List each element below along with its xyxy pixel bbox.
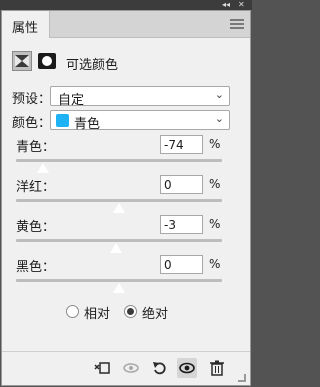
- slider-track[interactable]: [16, 159, 222, 162]
- slider-label: 黄色：: [16, 220, 56, 235]
- slider-label: 黑色：: [16, 260, 56, 275]
- percent-unit: %: [209, 257, 221, 271]
- radio-relative-label: 相对: [84, 307, 111, 322]
- clip-to-layer-icon[interactable]: [92, 358, 112, 378]
- slider-thumb[interactable]: [112, 282, 126, 294]
- slider-value-input[interactable]: 0: [160, 255, 203, 274]
- slider-value-input[interactable]: -3: [160, 215, 203, 234]
- collapse-icon[interactable]: ◂◂: [222, 0, 230, 9]
- slider-thumb[interactable]: [35, 162, 50, 174]
- colors-value: 青色: [74, 117, 101, 132]
- resize-grip-icon[interactable]: [238, 374, 246, 382]
- adjustment-icon[interactable]: [12, 51, 32, 71]
- tab-properties[interactable]: 属性: [2, 11, 50, 38]
- slider-thumb[interactable]: [112, 202, 126, 214]
- footer-toolbar: [2, 351, 250, 385]
- chevron-down-icon: ⌄: [214, 88, 224, 101]
- view-previous-icon[interactable]: [121, 358, 141, 378]
- window-title-strip: ◂◂ ✕: [0, 0, 252, 10]
- layer-mask-icon[interactable]: [38, 53, 56, 69]
- slider-label: 青色：: [16, 140, 56, 155]
- percent-unit: %: [209, 137, 221, 151]
- colors-label: 颜色：: [12, 116, 52, 131]
- properties-panel: 属性 可选颜色 预设： 自定 ⌄ 颜色： 青色 ⌄ 青色： -74% 洋红： 0% 黄色…: [1, 10, 251, 386]
- adjustment-title: 可选颜色: [66, 58, 119, 73]
- slider-value-input[interactable]: -74: [160, 135, 203, 154]
- preset-value: 自定: [58, 93, 85, 108]
- slider-label: 洋红：: [16, 180, 56, 195]
- color-swatch-icon: [56, 114, 69, 127]
- preset-label: 预设：: [12, 92, 52, 107]
- radio-absolute-label: 绝对: [142, 307, 169, 322]
- slider-value-input[interactable]: 0: [160, 175, 203, 194]
- close-icon[interactable]: ✕: [238, 0, 245, 9]
- trash-icon[interactable]: [207, 358, 227, 378]
- chevron-down-icon: ⌄: [214, 112, 224, 125]
- slider-track[interactable]: [16, 239, 222, 242]
- slider-track[interactable]: [16, 199, 222, 202]
- panel-menu-icon[interactable]: [230, 19, 244, 30]
- slider-track[interactable]: [16, 279, 222, 282]
- tab-properties-label: 属性: [12, 21, 39, 36]
- percent-unit: %: [209, 217, 221, 231]
- percent-unit: %: [209, 177, 221, 191]
- radio-absolute-circle[interactable]: [124, 305, 137, 318]
- slider-thumb[interactable]: [108, 242, 123, 254]
- tab-bar: 属性: [2, 11, 250, 38]
- reset-icon[interactable]: [150, 358, 170, 378]
- colors-dropdown[interactable]: 青色 ⌄: [50, 110, 230, 132]
- preset-dropdown[interactable]: 自定 ⌄: [50, 86, 230, 108]
- radio-relative-circle[interactable]: [66, 305, 79, 318]
- visibility-eye-icon[interactable]: [177, 358, 197, 378]
